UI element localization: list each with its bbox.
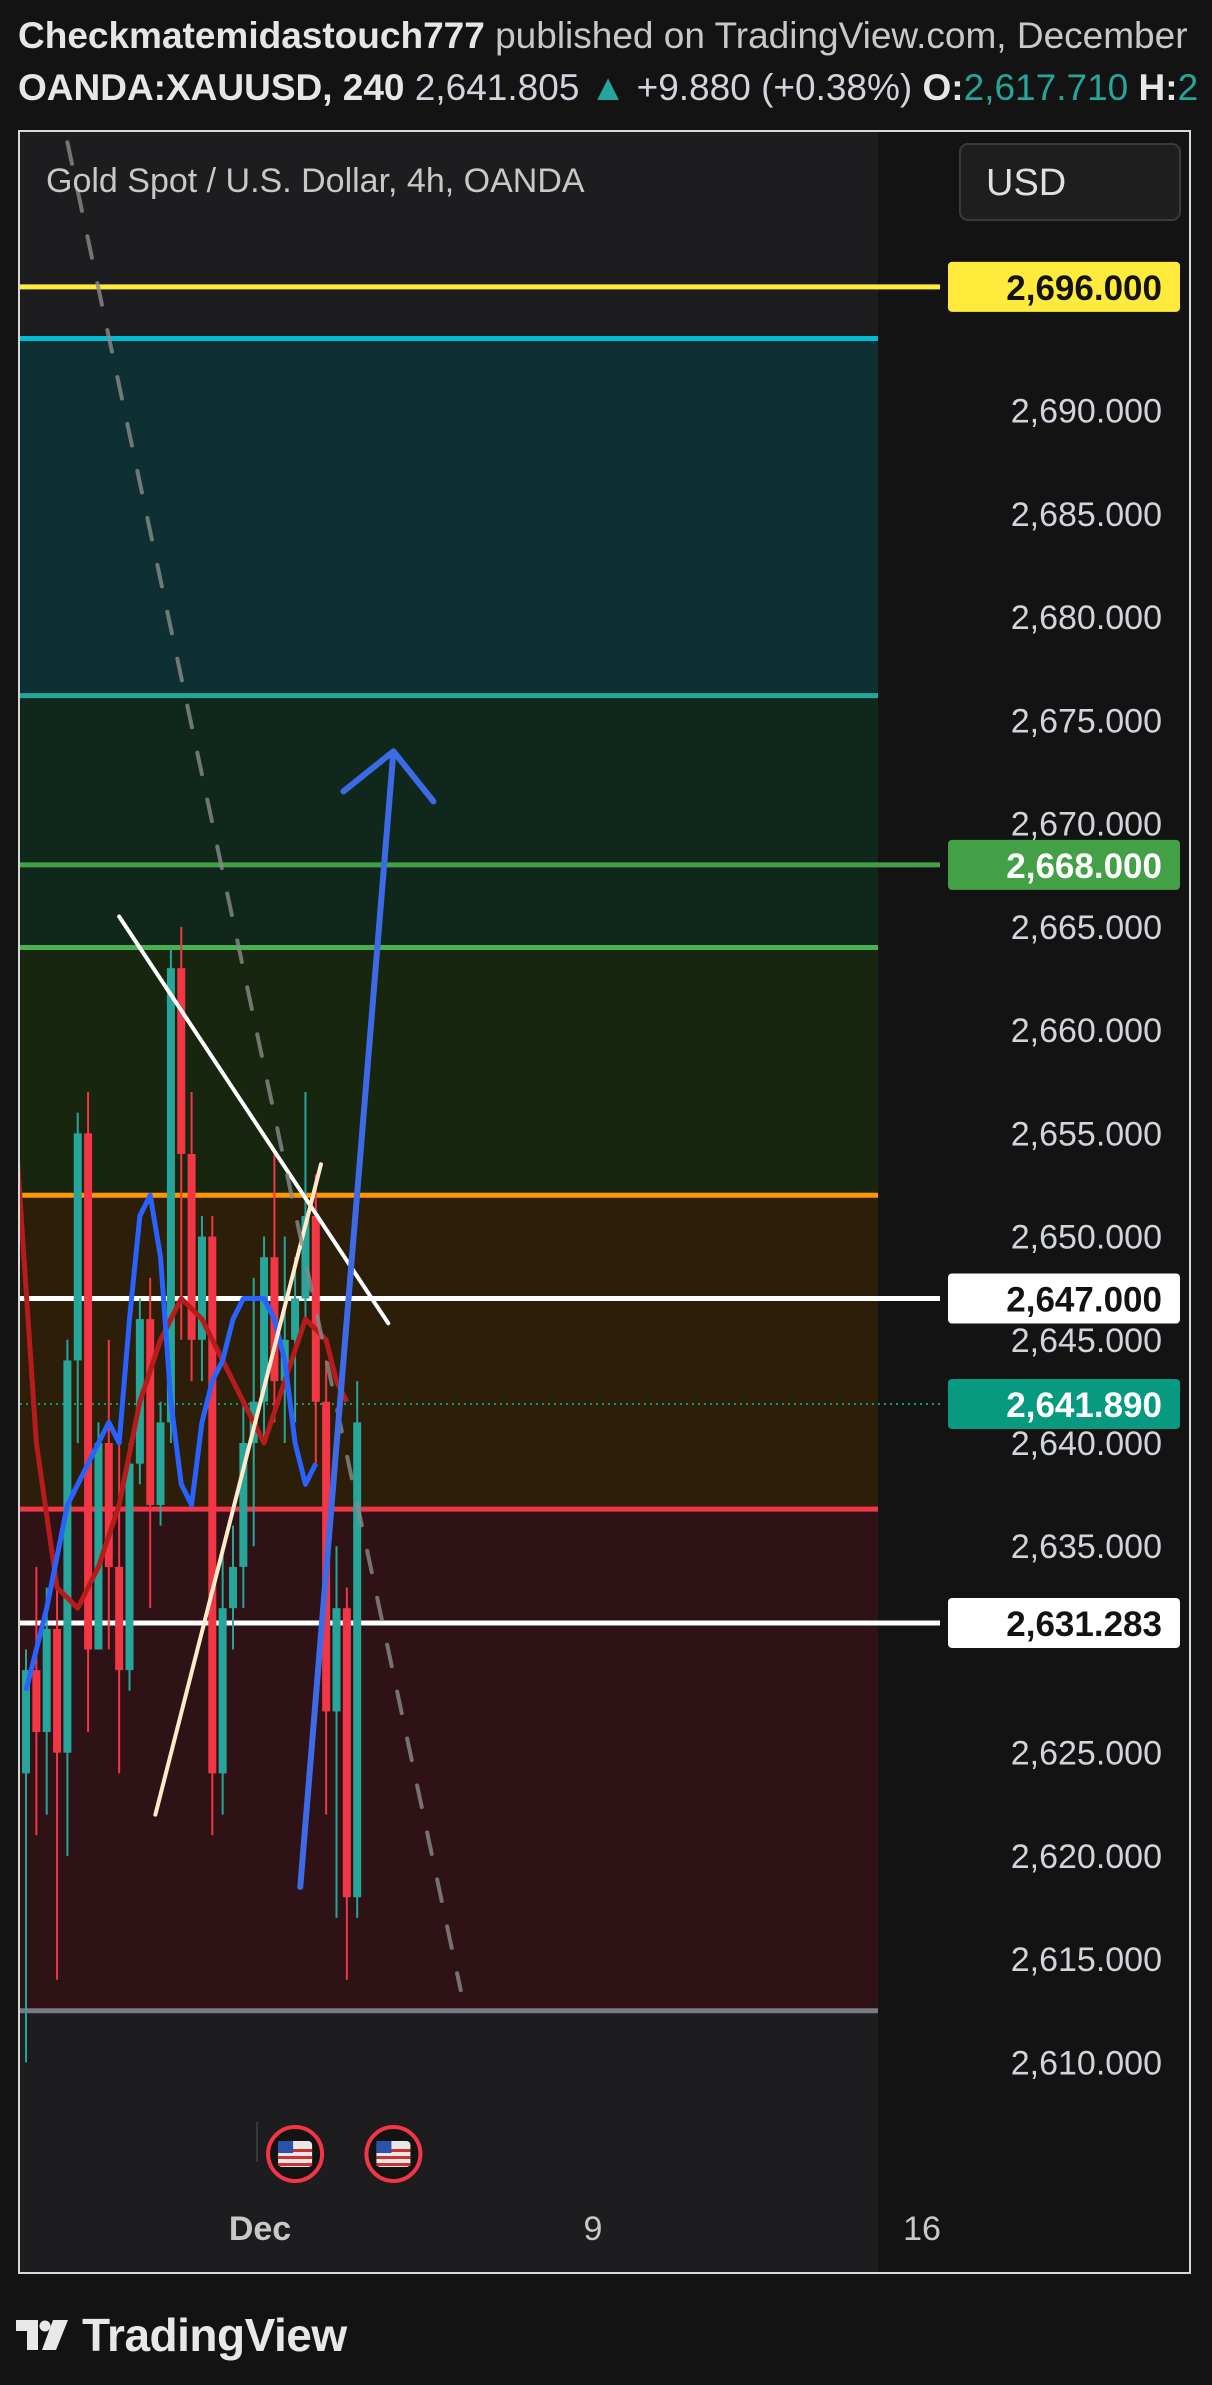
- candle-body: [63, 1360, 72, 1753]
- header-line-author: Checkmatemidastouch777 published on Trad…: [18, 14, 1188, 58]
- event-marker: [364, 2125, 423, 2183]
- price-label-text: 2,696.000: [1006, 269, 1162, 308]
- y-axis-tick-label: 2,655.000: [1011, 1115, 1162, 1153]
- tradingview-logo-icon: [16, 2320, 68, 2350]
- change-up-icon: ▲: [589, 67, 627, 108]
- y-axis-tick-label: 2,690.000: [1011, 393, 1162, 431]
- flag-stripe: [278, 2163, 313, 2166]
- flag-stripe: [376, 2156, 411, 2159]
- candle-body: [146, 1319, 155, 1505]
- y-axis-tick-label: 2,610.000: [1011, 2044, 1162, 2082]
- price-label-text: 2,631.283: [1006, 1605, 1162, 1644]
- last-price: 2,641.805: [414, 67, 580, 108]
- publication-header: Checkmatemidastouch777 published on Trad…: [0, 0, 1212, 125]
- flag-stripe: [376, 2163, 411, 2166]
- header-line-quote: OANDA:XAUUSD, 240 2,641.805 ▲ +9.880 (+0…: [18, 66, 1198, 110]
- candle-body: [156, 1422, 165, 1505]
- footer: TradingView: [0, 2290, 1212, 2385]
- high-label: H:: [1138, 67, 1178, 108]
- open-label: O:: [922, 67, 964, 108]
- y-axis-tick-label: 2,665.000: [1011, 909, 1162, 947]
- x-axis-label: 9: [584, 2210, 603, 2248]
- y-axis-tick-label: 2,615.000: [1011, 1941, 1162, 1979]
- zone-band: [20, 947, 878, 1196]
- x-axis-label: 16: [903, 2210, 941, 2248]
- candle-body: [342, 1608, 351, 1898]
- price-label-box: 2,668.000: [948, 839, 1180, 890]
- price-chart[interactable]: 2,700.0002,690.0002,685.0002,680.0002,67…: [20, 132, 1189, 2272]
- candle-body: [115, 1566, 124, 1671]
- candle-body: [291, 1298, 300, 1340]
- author-name[interactable]: Checkmatemidastouch777: [18, 15, 485, 56]
- candle-body: [229, 1566, 237, 1609]
- price-label-text: 2,668.000: [1006, 847, 1162, 886]
- y-axis-tick-label: 2,625.000: [1011, 1735, 1162, 1773]
- y-axis-tick-label: 2,640.000: [1011, 1425, 1162, 1463]
- tradingview-logo[interactable]: TradingView: [16, 2308, 347, 2362]
- y-axis-tick-label: 2,650.000: [1011, 1219, 1162, 1257]
- candle-body: [353, 1422, 362, 1898]
- y-axis-tick-label: 2,645.000: [1011, 1322, 1162, 1360]
- open-value: 2,617.710: [963, 67, 1129, 108]
- flag-canton: [278, 2141, 294, 2153]
- candle-body: [125, 1463, 134, 1671]
- currency-button-label: USD: [986, 162, 1066, 204]
- price-label-text: 2,647.000: [1006, 1280, 1162, 1319]
- candle-body: [42, 1628, 51, 1733]
- y-axis-tick-label: 2,620.000: [1011, 1838, 1162, 1876]
- candle-body: [53, 1628, 62, 1753]
- price-label-text: 2,641.890: [1006, 1386, 1162, 1425]
- event-marker: [266, 2125, 325, 2183]
- candle-body: [208, 1236, 217, 1774]
- candle-body: [32, 1670, 41, 1733]
- chart-frame[interactable]: 2,700.0002,690.0002,685.0002,680.0002,67…: [18, 130, 1191, 2274]
- candle-body: [94, 1443, 103, 1650]
- y-axis-tick-label: 2,670.000: [1011, 806, 1162, 844]
- candle-body: [332, 1608, 341, 1712]
- candle-body: [177, 968, 186, 1154]
- flag-stripe: [278, 2156, 313, 2159]
- zone-band: [20, 695, 878, 948]
- price-label-box: 2,631.283: [948, 1597, 1180, 1648]
- high-value: 2: [1177, 67, 1199, 108]
- price-label-box: 2,647.000: [948, 1273, 1180, 1324]
- candle-body: [218, 1608, 227, 1774]
- y-axis-tick-label: 2,680.000: [1011, 599, 1162, 637]
- x-axis-label: Dec: [229, 2210, 291, 2248]
- symbol-label: OANDA:XAUUSD, 240: [18, 67, 405, 108]
- y-axis-tick-label: 2,635.000: [1011, 1528, 1162, 1566]
- flag-canton: [376, 2141, 392, 2153]
- y-axis-tick-label: 2,685.000: [1011, 496, 1162, 534]
- candle-body: [84, 1133, 93, 1650]
- published-text: published on TradingView.com, December: [495, 15, 1188, 56]
- logo-text: TradingView: [82, 2309, 347, 2361]
- y-axis-tick-label: 2,660.000: [1011, 1012, 1162, 1050]
- price-label-box: 2,641.890: [948, 1378, 1180, 1429]
- currency-button[interactable]: USD: [959, 143, 1181, 221]
- candle-body: [311, 1215, 320, 1402]
- price-label-box: 2,696.000: [948, 261, 1180, 312]
- candle-body: [73, 1133, 82, 1361]
- price-change: +9.880 (+0.38%): [636, 67, 913, 108]
- y-axis-tick-label: 2,675.000: [1011, 702, 1162, 740]
- chart-title: Gold Spot / U.S. Dollar, 4h, OANDA: [46, 162, 585, 200]
